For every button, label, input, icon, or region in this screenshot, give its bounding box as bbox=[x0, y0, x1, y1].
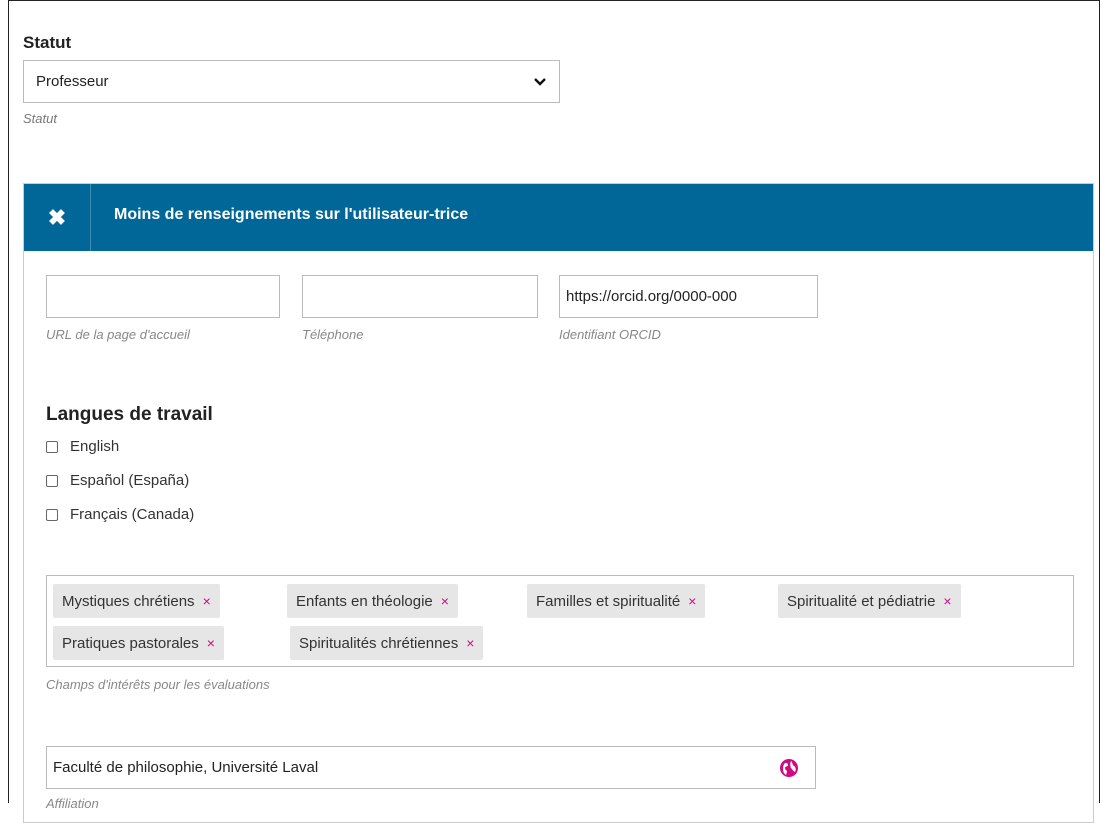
remove-tag-icon[interactable]: × bbox=[943, 593, 951, 609]
interest-tag-label: Familles et spiritualité bbox=[536, 592, 681, 610]
remove-tag-icon[interactable]: × bbox=[441, 593, 449, 609]
remove-tag-icon[interactable]: × bbox=[466, 635, 474, 651]
remove-tag-icon[interactable]: × bbox=[203, 593, 211, 609]
language-label: English bbox=[70, 438, 120, 455]
status-help-text: Statut bbox=[23, 111, 57, 126]
phone-help: Téléphone bbox=[302, 327, 364, 342]
interest-tag: Pratiques pastorales × bbox=[53, 626, 224, 660]
interest-tag: Mystiques chrétiens × bbox=[53, 584, 220, 618]
remove-tag-icon[interactable]: × bbox=[688, 593, 696, 609]
status-selected-value: Professeur bbox=[36, 73, 109, 90]
review-interests-input[interactable]: Mystiques chrétiens × Enfants en théolog… bbox=[46, 575, 1074, 667]
homepage-url-input[interactable] bbox=[46, 275, 280, 318]
interest-tag-label: Spiritualités chrétiennes bbox=[299, 634, 459, 652]
affiliation-value: Faculté de philosophie, Université Laval bbox=[53, 759, 319, 776]
checkbox[interactable] bbox=[46, 474, 58, 487]
panel-header: ✖ Moins de renseignements sur l'utilisat… bbox=[24, 184, 1093, 251]
language-option-espanol[interactable]: Español (España) bbox=[46, 472, 189, 489]
interest-tag-label: Spiritualité et pédiatrie bbox=[787, 592, 936, 610]
homepage-url-help: URL de la page d'accueil bbox=[46, 327, 190, 342]
orcid-help: Identifiant ORCID bbox=[559, 327, 661, 342]
interest-tag-label: Enfants en théologie bbox=[296, 592, 433, 610]
interest-tag: Spiritualités chrétiennes × bbox=[290, 626, 484, 660]
language-label: Français (Canada) bbox=[70, 506, 195, 523]
interest-tag: Spiritualité et pédiatrie × bbox=[778, 584, 961, 618]
interest-tag-label: Mystiques chrétiens bbox=[62, 592, 195, 610]
checkbox[interactable] bbox=[46, 440, 58, 453]
interest-tag: Familles et spiritualité × bbox=[527, 584, 706, 618]
status-select[interactable]: Professeur bbox=[23, 60, 560, 103]
phone-input[interactable] bbox=[302, 275, 538, 318]
affiliation-input[interactable]: Faculté de philosophie, Université Laval bbox=[46, 746, 816, 789]
interest-tag: Enfants en théologie × bbox=[287, 584, 458, 618]
close-icon[interactable]: ✖ bbox=[24, 184, 91, 251]
language-option-english[interactable]: English bbox=[46, 438, 119, 455]
review-interests-help: Champs d'intérêts pour les évaluations bbox=[46, 677, 270, 692]
affiliation-help: Affiliation bbox=[46, 796, 99, 811]
language-option-francais[interactable]: Français (Canada) bbox=[46, 506, 194, 523]
panel-title[interactable]: Moins de renseignements sur l'utilisateu… bbox=[114, 206, 468, 224]
interest-tag-label: Pratiques pastorales bbox=[62, 634, 199, 652]
chevron-down-icon bbox=[534, 77, 546, 86]
language-label: Español (España) bbox=[70, 472, 190, 489]
status-label: Statut bbox=[23, 33, 72, 52]
working-languages-title: Langues de travail bbox=[46, 404, 213, 425]
remove-tag-icon[interactable]: × bbox=[207, 635, 215, 651]
globe-icon[interactable] bbox=[779, 758, 799, 778]
orcid-input[interactable]: https://orcid.org/0000-000 bbox=[559, 275, 818, 318]
checkbox[interactable] bbox=[46, 508, 58, 521]
